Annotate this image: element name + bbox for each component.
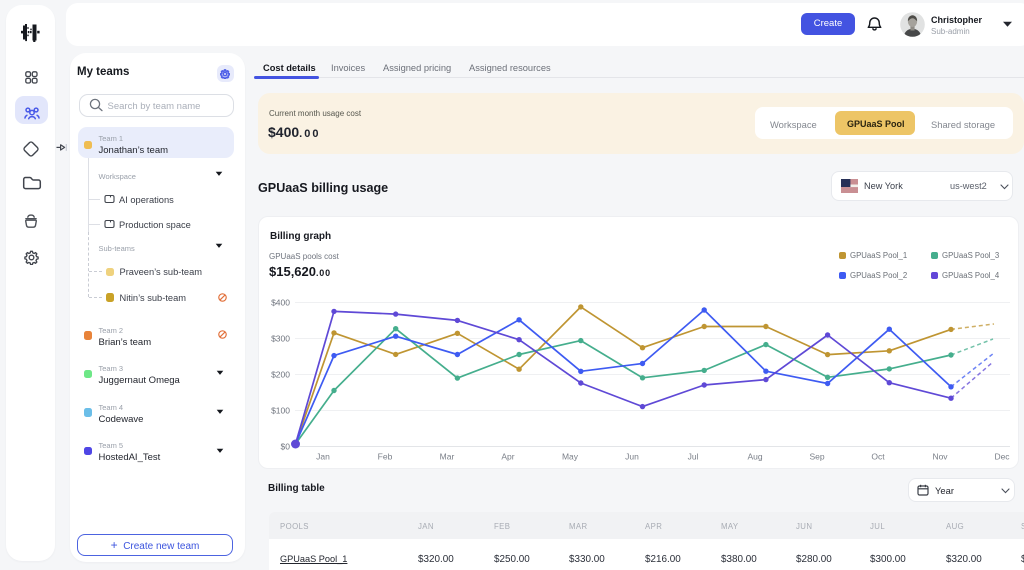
svg-text:Feb: Feb xyxy=(378,452,393,462)
svg-text:May: May xyxy=(562,452,579,462)
svg-text:Aug: Aug xyxy=(747,452,762,462)
svg-text:$300: $300 xyxy=(271,334,290,344)
svg-text:Apr: Apr xyxy=(501,452,514,462)
svg-text:Sep: Sep xyxy=(809,452,824,462)
svg-text:$0: $0 xyxy=(281,442,291,452)
svg-text:Mar: Mar xyxy=(440,452,455,462)
svg-text:Jul: Jul xyxy=(688,452,699,462)
svg-text:$200: $200 xyxy=(271,370,290,380)
svg-text:Jun: Jun xyxy=(625,452,639,462)
svg-text:$100: $100 xyxy=(271,406,290,416)
svg-text:Dec: Dec xyxy=(994,452,1010,462)
svg-text:Nov: Nov xyxy=(932,452,948,462)
svg-text:Oct: Oct xyxy=(871,452,885,462)
svg-text:$400: $400 xyxy=(271,298,290,308)
svg-text:Jan: Jan xyxy=(316,452,330,462)
